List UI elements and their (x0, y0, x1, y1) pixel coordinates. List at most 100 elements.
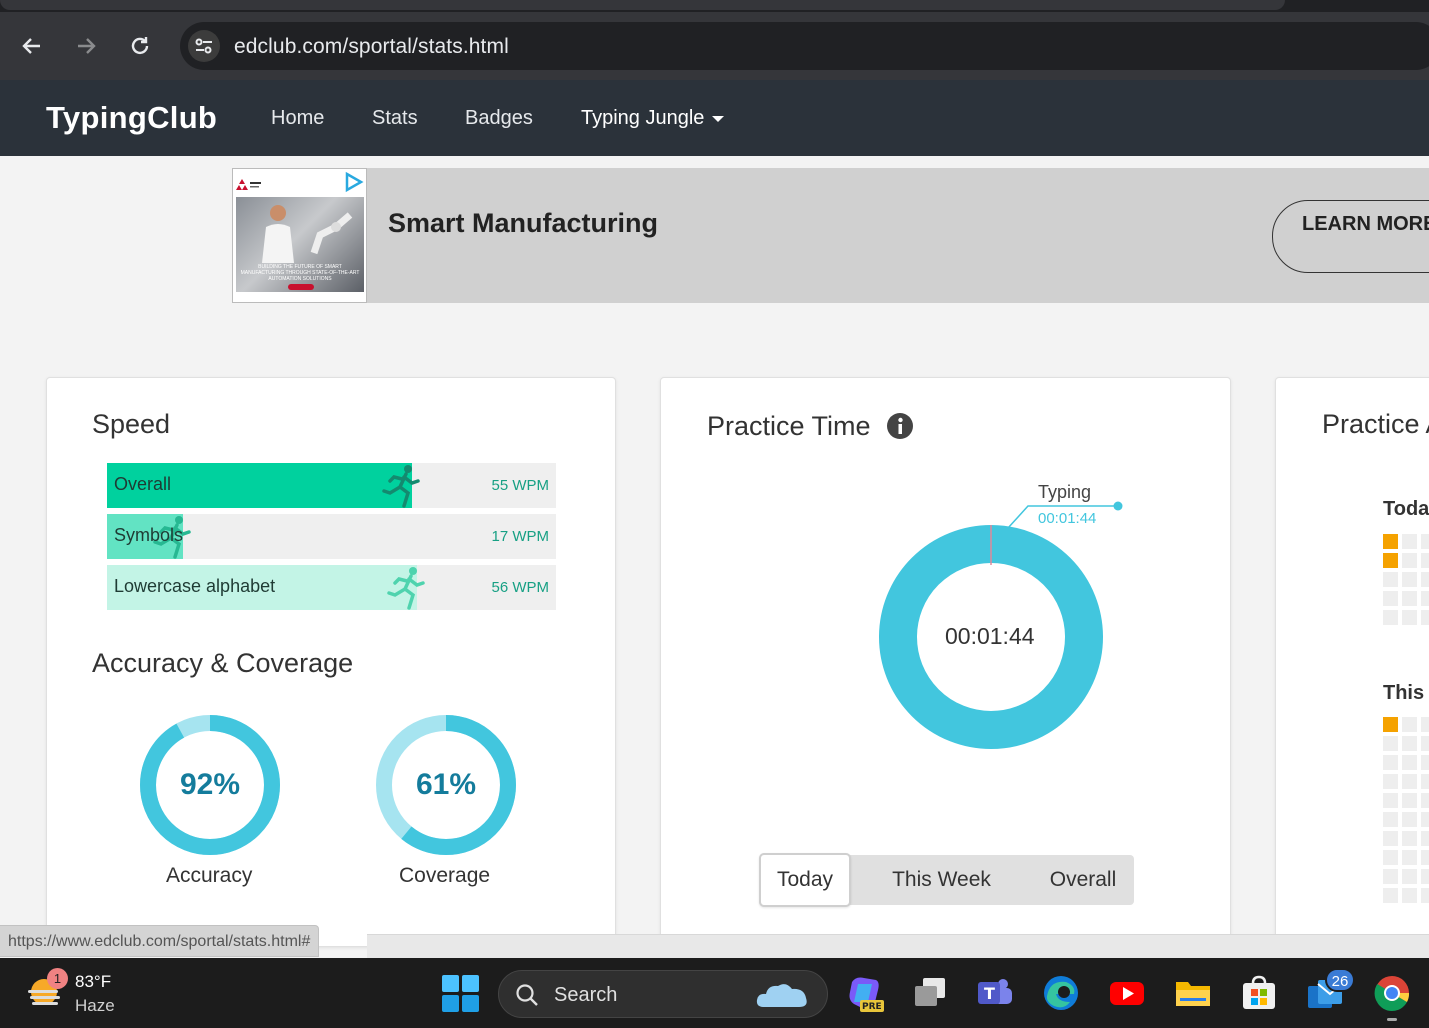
heatmap-cell (1421, 736, 1429, 751)
heatmap-cell (1402, 755, 1417, 770)
heatmap-cell (1421, 591, 1429, 606)
callout-value: 00:01:44 (1038, 510, 1097, 527)
ad-choices-icon[interactable] (342, 171, 364, 193)
site-navbar: TypingClub Home Stats Badges Typing Jung… (0, 80, 1429, 156)
weather-condition[interactable]: Haze (75, 996, 115, 1016)
teams-icon[interactable]: T (976, 974, 1014, 1012)
nav-badges[interactable]: Badges (465, 107, 533, 130)
status-bar-url: https://www.edclub.com/sportal/stats.htm… (0, 925, 320, 957)
file-explorer-icon[interactable] (1174, 974, 1212, 1012)
heatmap-cell (1421, 755, 1429, 770)
heatmap-cell (1421, 572, 1429, 587)
nav-typing-jungle-label: Typing Jungle (581, 107, 705, 129)
speed-bar-symbols[interactable]: Symbols 17 WPM (107, 514, 556, 559)
practice-time-card: Practice Time 00:01:44 Typing 00:01:44 T… (660, 377, 1231, 947)
heatmap-cell (1383, 736, 1398, 751)
address-bar[interactable]: edclub.com/sportal/stats.html (180, 22, 1429, 70)
speed-bar-value: 17 WPM (491, 528, 549, 545)
microsoft-store-icon[interactable] (1240, 974, 1278, 1012)
heatmap-cell (1402, 717, 1417, 732)
heatmap-cell (1402, 572, 1417, 587)
heatmap-cell (1402, 850, 1417, 865)
back-button[interactable] (16, 30, 48, 62)
heatmap-cell (1421, 717, 1429, 732)
copilot-icon[interactable]: PRE (846, 974, 884, 1012)
speed-bar-lowercase[interactable]: Lowercase alphabet 56 WPM (107, 565, 556, 610)
heatmap-cell (1383, 553, 1398, 568)
site-info-button[interactable] (188, 30, 220, 62)
brand-logo[interactable]: TypingClub (46, 100, 217, 136)
heatmap-cell (1421, 888, 1429, 903)
heatmap-cell (1402, 869, 1417, 884)
speed-bar-value: 56 WPM (491, 579, 549, 596)
nav-home[interactable]: Home (271, 107, 324, 130)
tab-overall[interactable]: Overall (1029, 855, 1137, 905)
heatmap-cell (1421, 850, 1429, 865)
heatmap-cell (1402, 774, 1417, 789)
heatmap-cell (1421, 793, 1429, 808)
horizontal-scrollbar[interactable] (367, 934, 1429, 958)
heatmap-cell (1402, 553, 1417, 568)
practice-donut[interactable] (861, 478, 1141, 758)
tab-this-week[interactable]: This Week (874, 855, 1009, 905)
edge-icon[interactable] (1042, 974, 1080, 1012)
brand-mark-icon (236, 179, 261, 190)
heatmap-cell (1402, 812, 1417, 827)
heatmap-cell (1421, 869, 1429, 884)
heatmap-cell (1402, 610, 1417, 625)
heatmap-cell (1421, 534, 1429, 549)
cloud-highlight-icon (756, 984, 807, 1007)
heatmap-cell (1383, 572, 1398, 587)
reload-icon (131, 37, 149, 55)
forward-arrow-icon (78, 38, 96, 54)
today-heading: Toda (1383, 498, 1429, 520)
speed-bar-label: Lowercase alphabet (114, 576, 276, 596)
learn-more-button[interactable]: LEARN MORE (1272, 200, 1429, 273)
heatmap-cell (1402, 591, 1417, 606)
weather-temp[interactable]: 83°F (75, 972, 111, 992)
nav-typing-jungle[interactable]: Typing Jungle (581, 107, 725, 130)
speed-card: Speed Overall 55 WPM Symbols 17 WPM Lowe… (46, 377, 616, 947)
search-icon (516, 984, 538, 1006)
active-tab[interactable] (0, 0, 1285, 10)
heatmap-cell (1383, 888, 1398, 903)
chrome-icon[interactable] (1373, 974, 1411, 1012)
heatmap-cell (1383, 812, 1398, 827)
heatmap-cell (1383, 610, 1398, 625)
speed-bar-overall[interactable]: Overall 55 WPM (107, 463, 556, 508)
caret-down-icon (712, 115, 725, 122)
ad-photo: BUILDING THE FUTURE OF SMART MANUFACTURI… (236, 197, 364, 292)
tab-today[interactable]: Today (759, 853, 851, 907)
windows-start-icon[interactable] (442, 975, 479, 1012)
tab-strip (0, 0, 1429, 12)
practice-time-title: Practice Time (707, 411, 871, 441)
ad-banner[interactable]: BUILDING THE FUTURE OF SMART MANUFACTURI… (232, 168, 1429, 303)
robot-arm-icon (310, 212, 353, 255)
heatmap-cell (1383, 850, 1398, 865)
practice-activity-card: Practice A Toda This (1275, 377, 1429, 947)
ad-image[interactable]: BUILDING THE FUTURE OF SMART MANUFACTURI… (232, 168, 367, 303)
heatmap-cell (1402, 736, 1417, 751)
speed-bar-label: Overall (114, 474, 172, 494)
reload-button[interactable] (124, 30, 156, 62)
accuracy-coverage-title: Accuracy & Coverage (92, 648, 354, 678)
heatmap-cell (1402, 831, 1417, 846)
url-text[interactable]: edclub.com/sportal/stats.html (234, 35, 509, 59)
heatmap-cell (1383, 755, 1398, 770)
ad-title[interactable]: Smart Manufacturing (388, 208, 658, 239)
youtube-icon[interactable] (1108, 974, 1146, 1012)
nav-stats[interactable]: Stats (372, 107, 418, 130)
chrome-running-indicator (1387, 1018, 1397, 1021)
search-label: Search (554, 984, 618, 1006)
heatmap-cell (1421, 553, 1429, 568)
taskbar-search[interactable]: Search (498, 970, 828, 1018)
forward-button[interactable] (70, 30, 102, 62)
back-arrow-icon (22, 38, 40, 54)
heatmap-cell (1383, 774, 1398, 789)
info-icon[interactable] (886, 412, 914, 440)
task-view-icon[interactable] (911, 974, 949, 1012)
time-range-toggle: Today This Week Overall (759, 853, 1137, 907)
heatmap-cell (1383, 717, 1398, 732)
weather-badge: 1 (47, 968, 68, 989)
heatmap-cell (1383, 831, 1398, 846)
